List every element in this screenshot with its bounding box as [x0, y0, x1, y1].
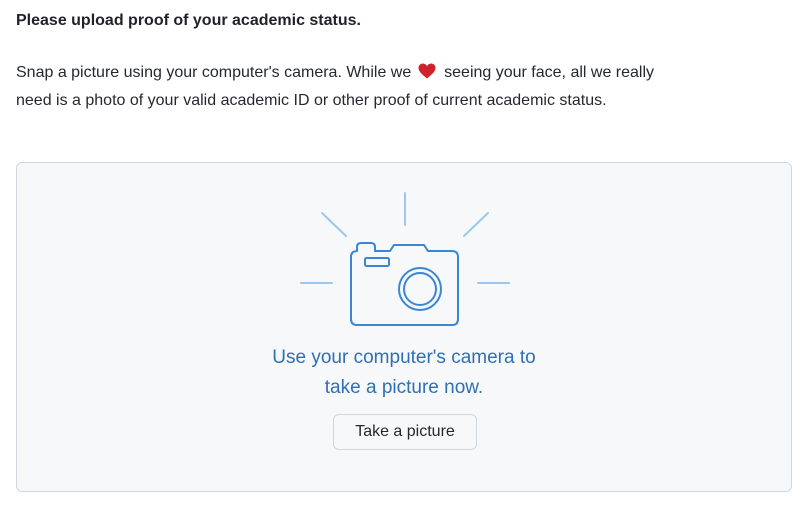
camera-prompt-line-2: take a picture now.: [324, 377, 484, 398]
page-heading: Please upload proof of your academic sta…: [16, 12, 361, 29]
heart-icon: [418, 62, 436, 88]
take-picture-button[interactable]: Take a picture: [333, 414, 477, 450]
intro-paragraph: Snap a picture using your computer's cam…: [16, 60, 656, 114]
camera-icon: [299, 191, 511, 336]
photo-upload-box: Use your computer's camera to take a pic…: [16, 162, 792, 492]
camera-prompt-line-1: Use your computer's camera to: [272, 347, 536, 368]
camera-prompt: Use your computer's camera to take a pic…: [17, 343, 791, 403]
academic-proof-page: Please upload proof of your academic sta…: [0, 0, 812, 509]
intro-text-before-heart: Snap a picture using your computer's cam…: [16, 64, 412, 81]
